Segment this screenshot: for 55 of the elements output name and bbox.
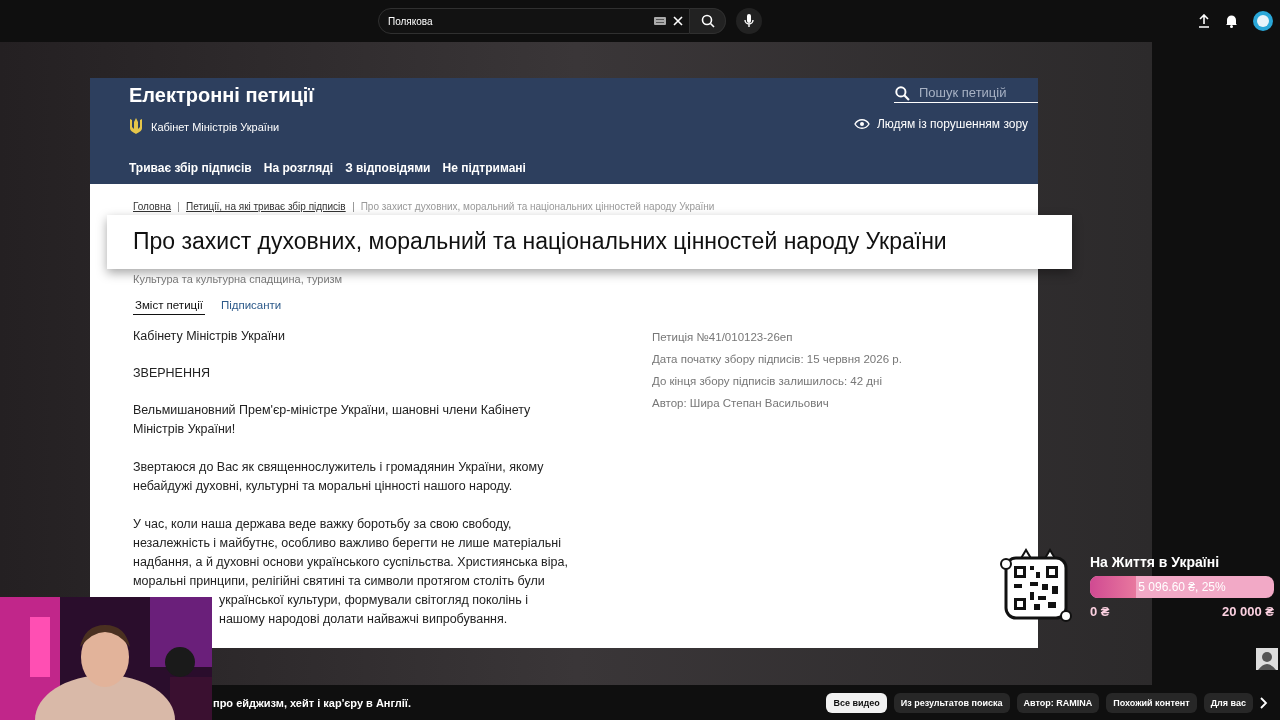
eye-icon — [853, 119, 870, 129]
keyboard-icon[interactable] — [654, 17, 666, 25]
filter-chip[interactable]: Похожий контент — [1106, 692, 1197, 713]
chevron-right-icon[interactable] — [1260, 696, 1268, 709]
category-label: Культура та культурна спадщина, туризм — [133, 273, 344, 285]
filter-chip[interactable]: Все видео — [826, 692, 887, 713]
nav-link[interactable]: Не підтримані — [442, 161, 526, 175]
text-line: Міністрів України! — [133, 421, 237, 438]
text-line: незалежність і майбутнє, особливо важливо берегти не лише матеріальні — [133, 535, 562, 552]
search-button[interactable] — [690, 8, 726, 34]
nav-link[interactable]: На розгляді — [263, 161, 334, 175]
bell-icon[interactable] — [1225, 14, 1238, 28]
addressee: Кабінету Міністрів України — [133, 328, 286, 345]
filter-chip[interactable]: Из результатов поиска — [893, 692, 1010, 713]
text-line: Звертаюся до Вас як священнослужитель і громадянин України, якому — [133, 459, 545, 476]
text-line: нашому народові долати найважчі випробування. — [218, 611, 509, 628]
text-line: надбання, а й духовні основи українського суспільства. Християнська віра, — [133, 554, 569, 571]
video-title: про ейджизм, хейт і кар'єру в Англії. — [213, 696, 411, 709]
microphone-button[interactable] — [736, 8, 762, 34]
text-line: небайдужі духовні, культурні та моральні цінності нашого народу. — [133, 478, 514, 495]
nav-link[interactable]: Триває збір підписів — [129, 161, 252, 175]
search-icon — [700, 14, 715, 28]
accessibility-link[interactable]: Людям із порушенням зору — [853, 117, 1028, 131]
breadcrumb-link[interactable]: Петиції, на які триває збір підписів — [186, 201, 346, 212]
text-line: моральні принципи, релігійні святині та символи протягом століть були — [133, 573, 546, 590]
petition-info: До кінця збору підписів залишилось: 42 дні — [652, 374, 883, 389]
petition-title: Про захист духовних, моральний та національних цінностей народу України — [107, 215, 1072, 269]
breadcrumb-link[interactable]: Головна — [133, 201, 171, 212]
text-line: У час, коли наша держава веде важку боротьбу за свою свободу, — [133, 516, 513, 533]
appeal-heading: ЗВЕРНЕННЯ — [133, 365, 211, 382]
fundraiser-title: На Життя в Україні — [1090, 553, 1221, 570]
petition-info: Петиція №41/010123-26еп — [652, 330, 794, 345]
filter-chip[interactable]: Автор: RAMINA — [1016, 692, 1100, 713]
microphone-icon — [744, 14, 754, 28]
tab[interactable]: Підписанти — [218, 299, 284, 315]
search-field[interactable]: Полякова — [378, 8, 690, 34]
petition-search-field[interactable]: Пошук петицій — [894, 82, 1038, 103]
upload-icon[interactable] — [1198, 14, 1210, 28]
goal-max: 20 000 ₴ — [1221, 603, 1274, 619]
text-line: Вельмишановний Прем'єр-міністре України, шановні члени Кабінету — [133, 402, 532, 419]
trident-icon — [129, 117, 143, 137]
avatar-icon[interactable] — [1253, 11, 1273, 31]
progress-reading: 5 096.60 ₴, 25% — [1138, 579, 1226, 594]
site-subtitle: Кабінет Міністрів України — [151, 121, 280, 133]
text-line: української культури, формували світогляд поколінь і — [218, 592, 529, 609]
goal-min: 0 ₴ — [1090, 603, 1110, 619]
tab[interactable]: Зміст петиції — [133, 299, 205, 315]
clear-icon[interactable] — [673, 16, 683, 26]
site-title[interactable]: Електронні петиції — [129, 84, 314, 107]
search-icon — [895, 86, 910, 101]
petition-info: Дата початку збору підписів: 15 червня 2026 р. — [652, 352, 902, 367]
nav-link[interactable]: З відповідями — [345, 161, 431, 175]
petition-info: Автор: Шира Степан Васильович — [652, 396, 830, 411]
filter-chip[interactable]: Для вас — [1203, 692, 1253, 713]
channel-avatar-icon[interactable] — [1256, 648, 1278, 670]
